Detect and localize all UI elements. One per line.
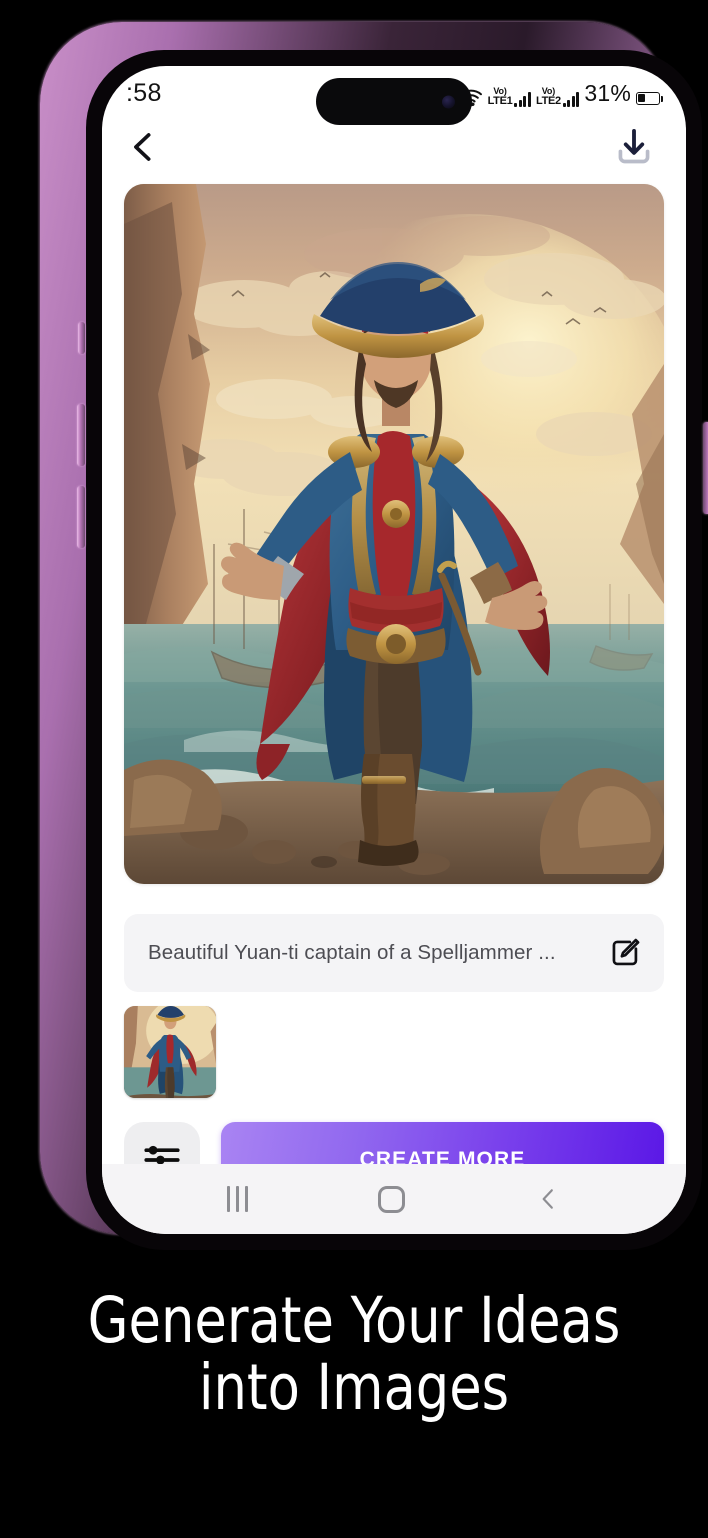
caption-line-1: Generate Your Ideas	[87, 1284, 621, 1357]
sim1-signal-bars	[514, 91, 531, 107]
back-button[interactable]	[126, 130, 160, 164]
recents-button[interactable]	[227, 1186, 248, 1212]
back-chevron-icon	[134, 133, 151, 161]
silent-switch-button[interactable]	[78, 322, 85, 354]
phone-screen: :58 Vo) LTE1 Vo) LTE2 31% Beautiful Yuan…	[102, 66, 686, 1234]
android-nav-bar	[102, 1164, 686, 1234]
status-time: :58	[126, 78, 162, 107]
prompt-field[interactable]: Beautiful Yuan-ti captain of a Spelljamm…	[124, 914, 664, 992]
promo-screenshot: :58 Vo) LTE1 Vo) LTE2 31% Beautiful Yuan…	[0, 0, 708, 1538]
power-button[interactable]	[703, 422, 708, 514]
app-top-bar	[102, 114, 686, 180]
sim1-volte-label: Vo) LTE1	[487, 86, 513, 107]
sim1-indicator: Vo) LTE1	[487, 86, 531, 107]
prompt-text: Beautiful Yuan-ti captain of a Spelljamm…	[148, 941, 556, 964]
generated-image[interactable]	[124, 184, 664, 884]
sim2-volte-bottom: LTE2	[535, 94, 561, 107]
promo-caption: Generate Your Ideas into Images	[25, 1287, 683, 1424]
nav-back-button[interactable]	[535, 1186, 561, 1212]
download-button[interactable]	[612, 125, 656, 169]
artwork-illustration	[124, 184, 664, 884]
edit-pencil-icon[interactable]	[608, 936, 642, 970]
battery-percent-label: 31%	[584, 79, 631, 106]
sim2-indicator: Vo) LTE2	[535, 86, 580, 107]
sim2-signal-bars	[562, 91, 580, 107]
volume-up-button[interactable]	[77, 404, 85, 466]
volume-down-button[interactable]	[77, 486, 85, 548]
caption-line-2: into Images	[198, 1350, 510, 1424]
home-button[interactable]	[378, 1185, 405, 1213]
sim1-volte-bottom: LTE1	[487, 94, 513, 107]
status-indicators: Vo) LTE1 Vo) LTE2 31%	[459, 79, 664, 107]
sim2-volte-label: Vo) LTE2	[535, 86, 561, 107]
thumbnail-image	[124, 1006, 216, 1098]
thumbnail-strip	[124, 1006, 664, 1104]
battery-icon	[636, 91, 664, 105]
download-icon	[618, 128, 650, 164]
phone-frame: :58 Vo) LTE1 Vo) LTE2 31% Beautiful Yuan…	[40, 22, 708, 1250]
front-camera-icon	[442, 95, 455, 108]
thumbnail-item[interactable]	[124, 1006, 216, 1098]
